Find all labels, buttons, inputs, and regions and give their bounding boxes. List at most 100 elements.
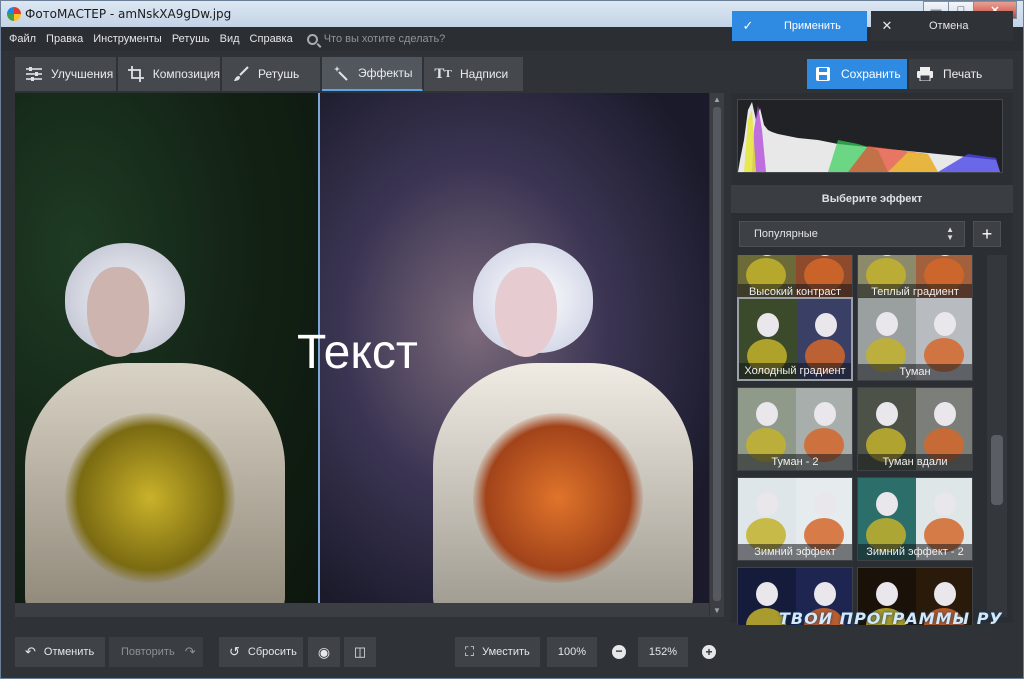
thumbnail-figure [934,312,956,336]
zoom-value-field[interactable]: 152% [638,637,688,667]
effects-scrollbar[interactable] [987,255,1007,617]
effect-tile-label: Туман вдали [858,454,972,470]
thumbnail-figure [876,312,898,336]
print-label: Печать [943,67,983,81]
menu-view[interactable]: Вид [220,33,240,45]
app-window: ФотоМАСТЕР - amNskXA9gDw.jpg — □ ✕ Файл … [0,0,1024,679]
tab-effects[interactable]: Эффекты [322,57,423,91]
brush-icon [232,65,250,83]
effect-tile-label: Туман [858,364,972,380]
effect-category-select[interactable]: Популярные ▲ ▼ [739,221,965,247]
zoom-value: 152% [648,646,678,658]
effect-tile[interactable]: Зимний эффект - 2 [857,477,973,561]
thumbnail-figure [756,492,778,516]
title-bar: ФотоМАСТЕР - amNskXA9gDw.jpg — □ ✕ [1,1,1023,27]
overlay-caption-text[interactable]: Текст [297,325,418,380]
preview-toggle-button[interactable]: ◉ [308,637,340,667]
print-button[interactable]: Печать [909,59,1013,89]
effect-tile[interactable]: Холодный градиент [737,297,853,381]
sliders-icon [25,65,43,83]
window-title: ФотоМАСТЕР - amNskXA9gDw.jpg [25,7,232,21]
effect-tile-label: Зимний эффект [738,544,852,560]
effect-tile[interactable]: Туман [857,297,973,381]
category-value: Популярные [754,228,818,240]
photo-canvas[interactable]: Текст [15,93,709,617]
cancel-button[interactable]: ✕ Отмена [871,11,1013,41]
main-toolbar: Улучшения Композиция Ретушь Эффекты TT Н… [1,51,1023,93]
redo-button[interactable]: Повторить ↷ [109,637,203,667]
fit-button[interactable]: ⛶ Уместить [455,637,540,667]
scroll-down-icon[interactable]: ▼ [713,606,721,615]
thumbnail-figure [756,582,778,606]
cancel-label: Отмена [929,20,969,32]
magic-wand-icon [332,64,350,82]
redo-label: Повторить [121,646,175,658]
search-icon [306,33,318,45]
menu-file[interactable]: Файл [9,33,36,45]
menu-help[interactable]: Справка [250,33,293,45]
menu-bar: Файл Правка Инструменты Ретушь Вид Справ… [1,27,1023,51]
eye-icon: ◉ [317,643,331,660]
printer-icon [917,66,933,82]
zoom-out-button[interactable]: − [604,637,634,667]
effect-tile[interactable]: Туман вдали [857,387,973,471]
reset-button[interactable]: ↺ Сбросить [219,637,303,667]
thumbnail-figure [876,402,898,426]
thumbnail-figure [757,313,779,337]
scrollbar-thumb[interactable] [991,435,1003,505]
reset-icon: ↺ [229,644,240,659]
thumbnail-figure [814,402,836,426]
tab-label: Улучшения [51,67,114,81]
thumbnail-figure [876,492,898,516]
effect-tile-label: Зимний эффект - 2 [858,544,972,560]
text-icon: TT [434,65,452,82]
effect-tile[interactable]: Зимний эффект [737,477,853,561]
fit-label: Уместить [482,646,530,658]
add-effect-button[interactable]: + [973,221,1001,247]
apply-button[interactable]: ✓ Применить [732,11,867,41]
tab-label: Эффекты [358,66,413,80]
thumbnail-figure [814,582,836,606]
thumbnail-figure [815,313,837,337]
zoom-preset-label: 100% [557,646,587,658]
thumbnail-figure [876,255,898,256]
thumbnail-figure [934,402,956,426]
checkmark-icon: ✓ [742,18,754,33]
thumbnail-figure [934,255,956,256]
menu-tools[interactable]: Инструменты [93,33,162,45]
undo-icon: ↶ [25,644,36,659]
effect-tile[interactable]: Высокий контраст [737,255,853,301]
effect-tile-label: Холодный градиент [739,363,851,379]
scroll-up-icon[interactable]: ▲ [713,95,721,104]
apply-label: Применить [784,20,841,32]
effect-tile[interactable]: Туман - 2 [737,387,853,471]
undo-label: Отменить [43,646,95,658]
canvas-vertical-scrollbar[interactable]: ▲ ▼ [710,93,724,617]
canvas-horizontal-scrollbar[interactable] [15,603,709,617]
undo-button[interactable]: ↶ Отменить [15,637,105,667]
scrollbar-thumb[interactable] [713,107,721,601]
split-view-icon: ◫ [353,644,367,659]
menu-retouch[interactable]: Ретушь [172,33,210,45]
tab-enhancements[interactable]: Улучшения [15,57,117,91]
tab-retouch[interactable]: Ретушь [222,57,321,91]
tab-label: Композиция [152,67,220,81]
fit-screen-icon: ⛶ [465,644,475,659]
redo-icon: ↷ [184,644,196,659]
crop-icon [128,65,145,83]
thumbnail-figure [814,255,836,256]
effect-tile[interactable]: Теплый градиент [857,255,973,301]
tab-captions[interactable]: TT Надписи [424,57,524,91]
menu-edit[interactable]: Правка [46,33,83,45]
zoom-in-button[interactable]: + [694,637,724,667]
tab-composition[interactable]: Композиция [118,57,221,91]
save-button[interactable]: Сохранить [807,59,907,89]
thumbnail-figure [814,492,836,516]
compare-button[interactable]: ◫ [344,637,376,667]
save-label: Сохранить [841,67,901,81]
zoom-100-button[interactable]: 100% [547,637,597,667]
watermark-text: ТВОИ ПРОГРАММЫ РУ [779,609,1003,628]
search-input[interactable] [323,33,524,45]
effect-panel-header: Выберите эффект [731,185,1013,213]
thumbnail-figure [934,582,956,606]
